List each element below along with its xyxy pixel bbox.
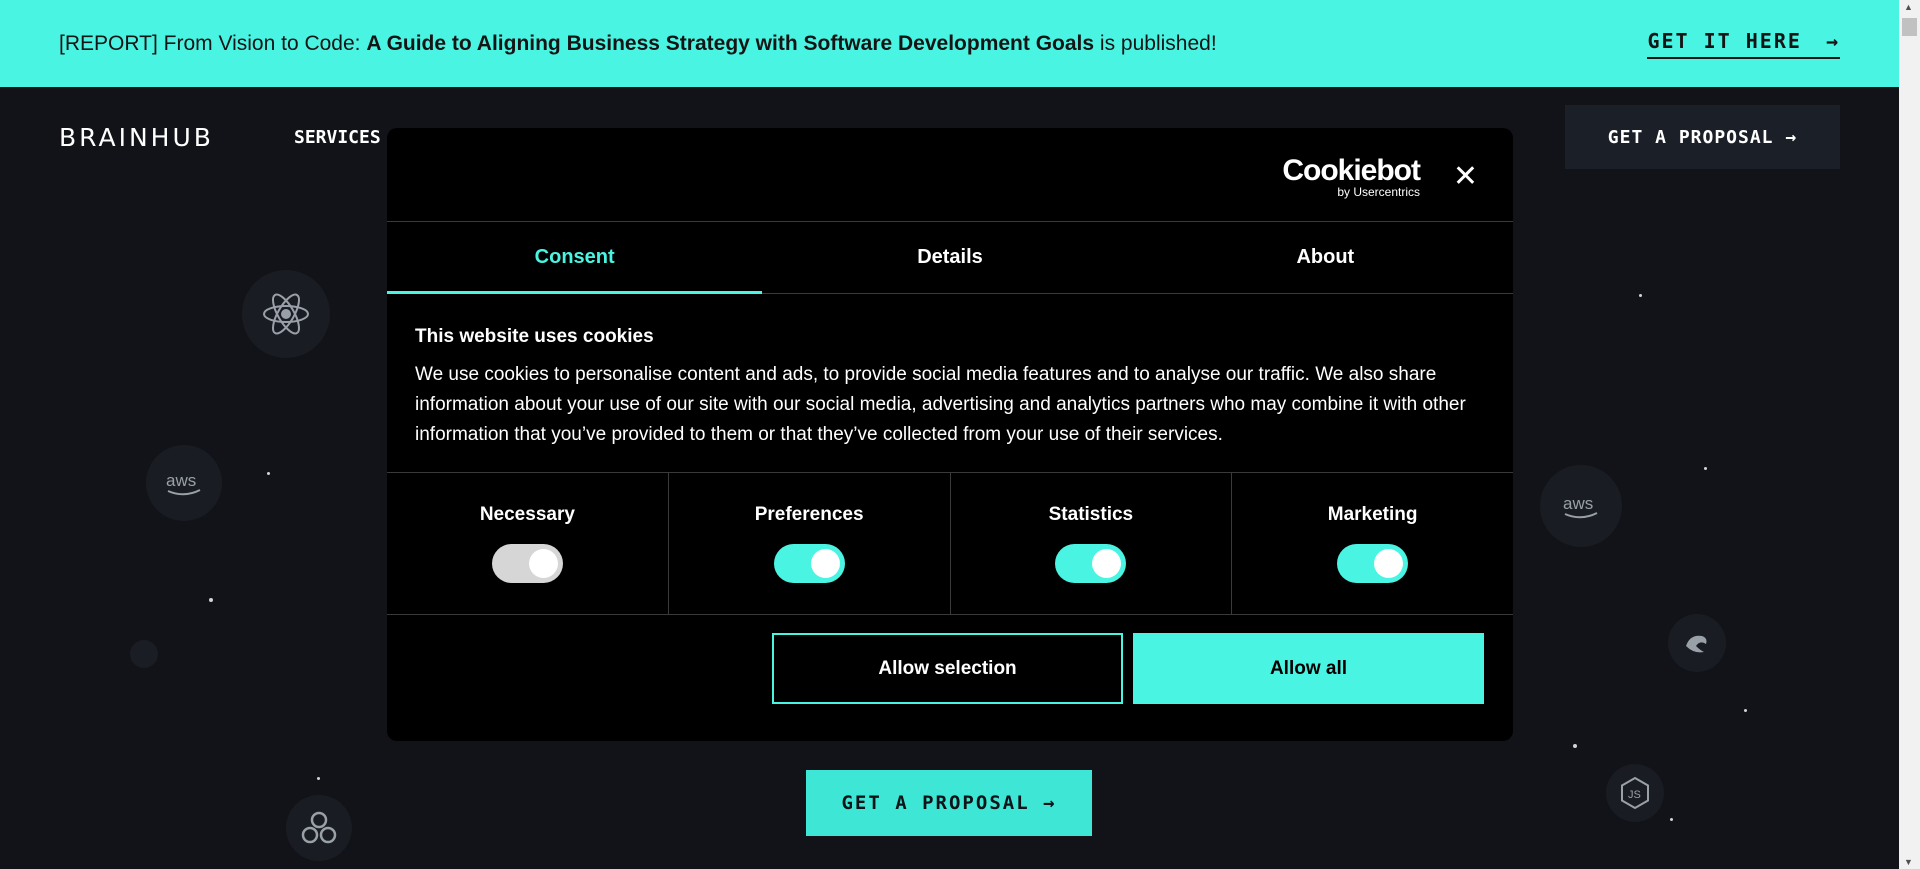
toggle-knob	[1092, 549, 1122, 578]
toggle-knob	[810, 549, 840, 578]
svg-text:JS: JS	[1628, 789, 1641, 801]
banner-text: [REPORT] From Vision to Code: A Guide to…	[59, 32, 1217, 56]
react-icon	[242, 270, 330, 358]
statistics-toggle[interactable]	[1055, 544, 1127, 583]
scroll-down-icon[interactable]: ▼	[1904, 857, 1913, 867]
banner-text-1: From Vision to Code:	[157, 31, 367, 55]
cookiebot-brand: Cookiebot	[1282, 154, 1421, 187]
partial-circle-icon	[130, 640, 158, 668]
star-dot	[1744, 709, 1747, 712]
cookie-consent-dialog: Cookiebot by Usercentrics ✕ Consent Deta…	[387, 128, 1513, 741]
category-marketing: Marketing	[1232, 473, 1513, 614]
nestjs-icon	[1668, 614, 1726, 672]
tab-about[interactable]: About	[1138, 222, 1513, 293]
hero-proposal-button[interactable]: GET A PROPOSAL →	[806, 770, 1092, 836]
dialog-tabs: Consent Details About	[387, 222, 1513, 294]
header-proposal-button[interactable]: GET A PROPOSAL →	[1565, 105, 1840, 169]
scrollbar-thumb[interactable]	[1902, 18, 1917, 36]
dialog-heading: This website uses cookies	[415, 326, 654, 347]
star-dot	[1573, 744, 1577, 748]
banner-text-2: is published!	[1094, 31, 1217, 55]
category-label: Statistics	[1048, 504, 1134, 525]
tab-details[interactable]: Details	[762, 222, 1137, 293]
tab-consent[interactable]: Consent	[387, 222, 763, 294]
star-dot	[1670, 818, 1673, 821]
allow-all-button[interactable]: Allow all	[1133, 633, 1484, 704]
get-it-here-link[interactable]: GET IT HERE →	[1647, 29, 1840, 59]
nodejs-icon: JS	[1606, 764, 1664, 822]
category-preferences: Preferences	[669, 473, 951, 614]
star-dot	[1639, 294, 1642, 297]
nav-services[interactable]: SERVICES	[294, 127, 381, 148]
category-label: Marketing	[1327, 504, 1418, 525]
cookiebot-logo: Cookiebot by Usercentrics	[1282, 154, 1421, 199]
dialog-body: This website uses cookies We use cookies…	[387, 294, 1513, 473]
dialog-actions: Allow selection Allow all	[387, 615, 1513, 722]
category-label: Necessary	[479, 504, 575, 525]
cookie-categories: Necessary Preferences Statistics Marketi…	[387, 473, 1513, 615]
get-it-here-label: GET IT HERE	[1647, 28, 1802, 53]
category-label: Preferences	[754, 504, 864, 525]
announcement-banner: [REPORT] From Vision to Code: A Guide to…	[0, 0, 1899, 87]
banner-report-title: A Guide to Aligning Business Strategy wi…	[366, 31, 1095, 55]
arrow-right-icon: →	[1825, 28, 1840, 53]
scroll-up-icon[interactable]: ▲	[1904, 2, 1913, 12]
cookiebot-brand-sub: by Usercentrics	[1337, 185, 1420, 199]
category-statistics: Statistics	[951, 473, 1233, 614]
preferences-toggle[interactable]	[773, 544, 845, 583]
brainhub-logo[interactable]: BRAINHUB	[59, 123, 214, 152]
dialog-description: We use cookies to personalise content an…	[415, 364, 1466, 445]
svg-text:aws: aws	[166, 471, 196, 490]
dialog-header: Cookiebot by Usercentrics ✕	[387, 128, 1513, 222]
star-dot	[267, 472, 270, 475]
allow-selection-button[interactable]: Allow selection	[772, 633, 1123, 704]
close-icon[interactable]: ✕	[1453, 162, 1478, 192]
necessary-toggle	[491, 544, 563, 583]
svg-text:aws: aws	[1563, 494, 1593, 513]
aws-icon: aws	[1540, 465, 1622, 547]
toggle-knob	[1374, 549, 1404, 578]
page-scrollbar[interactable]: ▲ ▼	[1899, 0, 1920, 869]
aws-icon: aws	[146, 445, 222, 521]
toggle-knob	[528, 549, 558, 578]
category-necessary: Necessary	[387, 473, 669, 614]
star-dot	[209, 598, 213, 602]
banner-prefix: [REPORT]	[59, 31, 158, 55]
star-dot	[317, 777, 320, 780]
star-dot	[1704, 467, 1707, 470]
marketing-toggle[interactable]	[1337, 544, 1409, 583]
redux-icon	[286, 795, 352, 861]
